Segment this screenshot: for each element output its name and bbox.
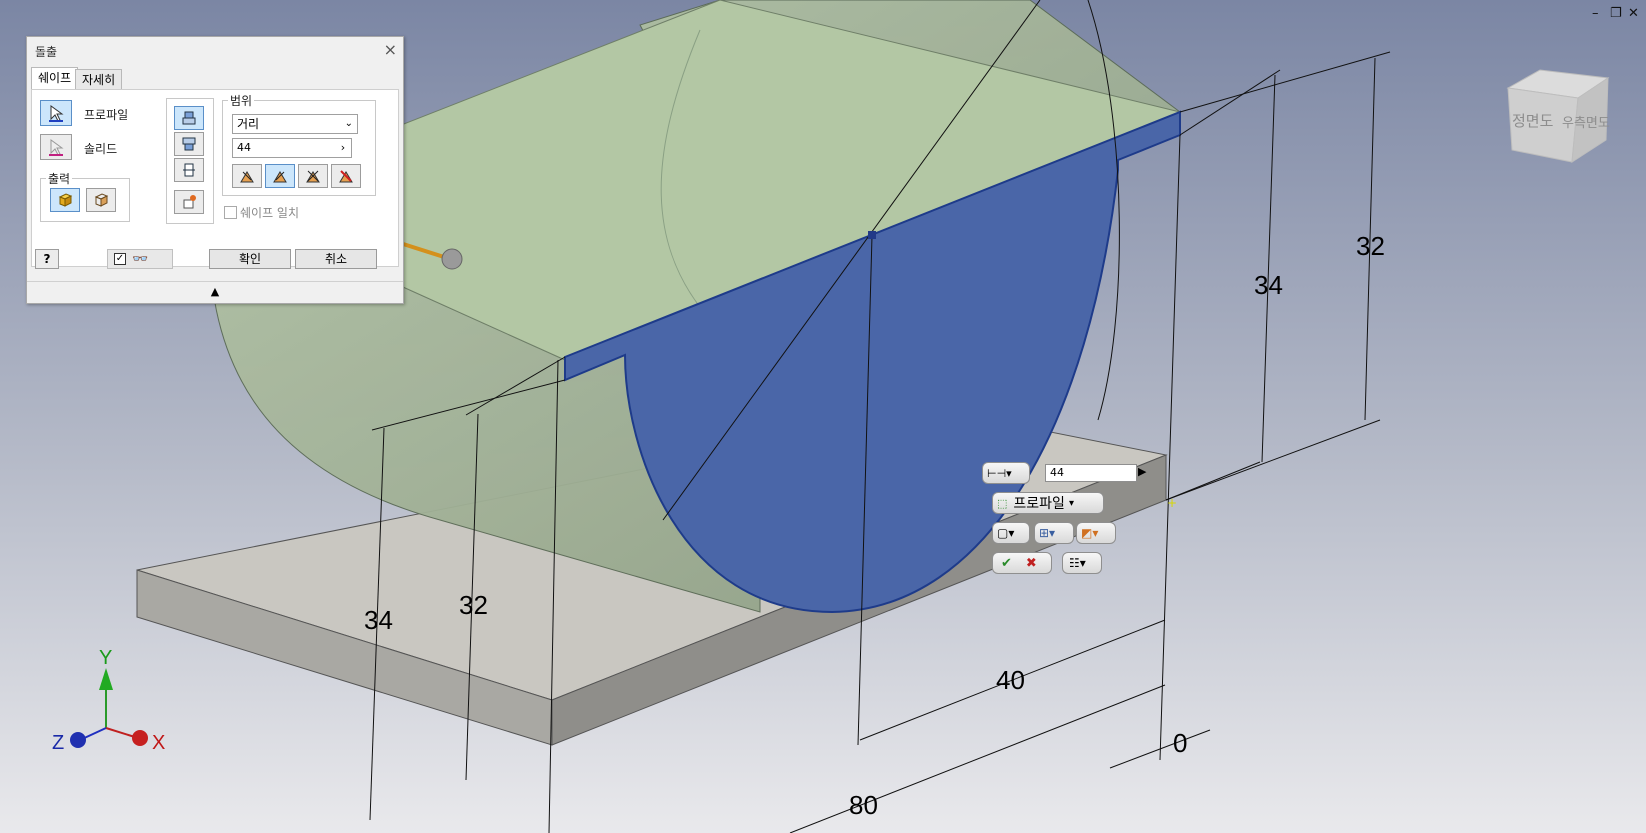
restore-button[interactable]: ❐	[1610, 6, 1622, 21]
dim-0[interactable]: 0	[1173, 728, 1187, 759]
chevron-down-icon: ⌄	[344, 118, 353, 129]
mini-ok-cancel: ✔ ✖	[992, 552, 1052, 574]
chevron-down-icon: ▾	[1068, 497, 1074, 509]
dim-34-left[interactable]: 34	[364, 605, 393, 636]
mini-direction-button[interactable]: ⊞▾	[1034, 522, 1074, 544]
output-label: 출력	[46, 170, 73, 187]
extent-symmetric-button[interactable]	[298, 164, 328, 188]
distance-mode-icon: ⊢⊣▾	[987, 466, 1012, 480]
preview-toggle[interactable]: ✓ 👓	[107, 249, 173, 269]
checkmark-icon: ✓	[114, 253, 126, 265]
solid-output-icon: ▢▾	[997, 526, 1015, 540]
tab-body: 프로파일 솔리드 출력 범위 거리 ⌄ 44 › 쉐이프 일치	[31, 89, 399, 267]
extent-arrow-handle	[441, 248, 463, 270]
cursor-arrow-icon	[49, 105, 64, 122]
dim-32-left[interactable]: 32	[459, 590, 488, 621]
cursor-arrow-disabled-icon	[49, 139, 64, 156]
match-shape-checkbox[interactable]	[224, 206, 237, 219]
confirm-check-icon[interactable]: ✔	[1001, 556, 1012, 571]
extent-direction-2-button[interactable]	[265, 164, 295, 188]
dim-32-right[interactable]: 32	[1356, 231, 1385, 262]
profile-label: 프로파일	[84, 108, 129, 122]
mini-toolbar-handle[interactable]: ⊢⊣▾	[982, 462, 1030, 484]
mini-distance-value: 44	[1050, 466, 1064, 479]
distance-input[interactable]: 44	[232, 138, 352, 158]
viewcube-front-label[interactable]: 정면도	[1512, 110, 1553, 131]
ok-button[interactable]: 확인	[209, 249, 291, 269]
direction-symmetric-button[interactable]	[174, 158, 204, 182]
direction-symmetric-icon	[183, 163, 195, 177]
tab-shape[interactable]: 쉐이프	[31, 67, 79, 90]
output-surface-button[interactable]	[86, 188, 116, 212]
center-point	[868, 231, 876, 239]
tab-more[interactable]: 자세히	[75, 69, 123, 90]
extent-direction-1-button[interactable]	[232, 164, 262, 188]
mini-profile-label: 프로파일	[1013, 496, 1065, 512]
surface-cube-icon	[94, 193, 109, 207]
solid-cube-icon	[58, 193, 73, 207]
profile-select-button[interactable]	[40, 100, 72, 126]
direction-flipped-button[interactable]	[174, 132, 204, 156]
dim-34-right[interactable]: 34	[1254, 270, 1283, 301]
help-button[interactable]: ?	[35, 249, 59, 269]
axis-z-label: Z	[52, 732, 65, 754]
axis-y-label: Y	[99, 647, 113, 669]
mini-apply-arrow-icon[interactable]: ▶	[1138, 465, 1146, 478]
extent-symmetric-icon	[306, 170, 320, 183]
solid-label: 솔리드	[84, 142, 118, 156]
dim-40[interactable]: 40	[996, 665, 1025, 696]
direction-flipped-icon	[182, 137, 196, 151]
mini-output-button[interactable]: ▢▾	[992, 522, 1030, 544]
join-operation-icon: ◩▾	[1081, 526, 1099, 540]
cancel-x-icon[interactable]: ✖	[1026, 556, 1037, 571]
dialog-expand-arrow-icon[interactable]: ▲	[27, 281, 403, 302]
mini-operation-button[interactable]: ◩▾	[1076, 522, 1116, 544]
dialog-title: 돌출	[35, 45, 58, 59]
range-label: 범위	[228, 92, 255, 109]
solid-select-button[interactable]	[40, 134, 72, 160]
direction-default-button[interactable]	[174, 106, 204, 130]
extent-asymmetric-button[interactable]	[331, 164, 361, 188]
cancel-button[interactable]: 취소	[295, 249, 377, 269]
axis-x-label: X	[152, 732, 166, 754]
mini-profile-button[interactable]: ⬚ 프로파일 ▾	[992, 492, 1104, 514]
direction-asymmetric-button[interactable]	[174, 190, 204, 214]
origin-marker: +	[1167, 496, 1177, 510]
options-menu-icon: ☷▾	[1069, 556, 1086, 570]
profile-select-icon: ⬚	[997, 496, 1008, 510]
mini-distance-input[interactable]: 44	[1045, 464, 1137, 482]
direction-asymmetric-icon	[183, 195, 196, 209]
viewcube-right-label[interactable]: 우측면도	[1562, 112, 1610, 131]
range-type-value: 거리	[237, 117, 260, 131]
extent-direction-2-icon	[273, 171, 287, 183]
extent-direction-1-icon	[240, 171, 254, 183]
dialog-close-icon[interactable]: ×	[384, 40, 397, 59]
chevron-right-icon[interactable]: ›	[336, 139, 350, 157]
direction-icon: ⊞▾	[1039, 526, 1056, 540]
match-shape-label: 쉐이프 일치	[240, 206, 300, 220]
direction-default-icon	[182, 111, 196, 125]
extent-asymmetric-icon	[339, 170, 353, 183]
mini-options-button[interactable]: ☷▾	[1062, 552, 1102, 574]
extrude-dialog[interactable]: 돌출 × 쉐이프 자세히 프로파일 솔리드 출력 범위 거리 ⌄ 44 › 쉐이…	[26, 36, 404, 304]
close-button[interactable]: ✕	[1628, 6, 1639, 21]
dim-80[interactable]: 80	[849, 790, 878, 821]
glasses-icon: 👓	[132, 251, 149, 267]
output-solid-button[interactable]	[50, 188, 80, 212]
help-icon: ?	[43, 252, 51, 266]
minimize-button[interactable]: –	[1592, 6, 1599, 21]
distance-value: 44	[237, 141, 251, 154]
range-type-select[interactable]: 거리 ⌄	[232, 114, 358, 134]
